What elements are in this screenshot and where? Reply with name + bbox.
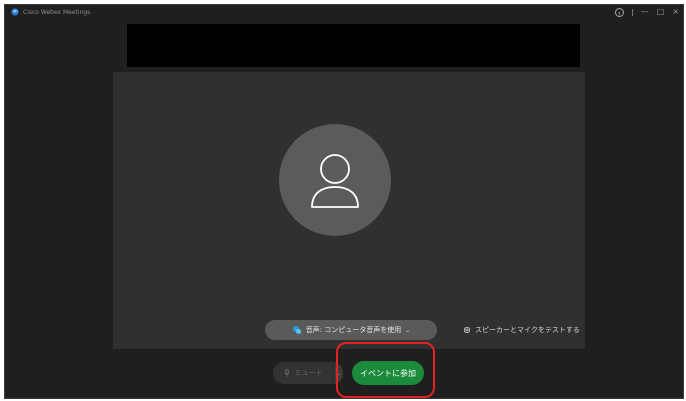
title-bar: Cisco Webex Meetings ? — □ × [5,5,683,19]
help-icon[interactable]: ? [614,7,624,18]
mute-options-dropdown[interactable]: ⌄ [333,362,343,384]
avatar [279,124,391,236]
webex-window: Cisco Webex Meetings ? — □ × 音声: コンピュータ音… [4,4,684,399]
video-preview-area: 音声: コンピュータ音声を使用 ⌄ スピーカーとマイクをテストする [113,72,585,349]
join-event-button[interactable]: イベントに参加 [352,361,424,385]
gear-icon [463,326,471,334]
meeting-info-banner [127,24,580,67]
mute-control-group: ミュート ⌄ [273,362,343,384]
close-icon[interactable]: × [672,6,679,18]
microphone-icon [283,369,290,377]
speaker-mic-test-link[interactable]: スピーカーとマイクをテストする [463,325,580,335]
user-silhouette-icon [311,154,359,208]
audio-button-label: 音声: コンピュータ音声を使用 [305,326,402,334]
mute-button[interactable]: ミュート [273,362,333,384]
audio-connection-button[interactable]: 音声: コンピュータ音声を使用 ⌄ [265,320,437,340]
maximize-icon[interactable]: □ [657,6,665,18]
window-controls: ? — □ × [614,6,679,18]
titlebar-separator [631,8,633,16]
chevron-down-icon: ⌄ [405,326,411,334]
mute-button-label: ミュート [294,369,323,377]
webex-logo-icon [11,8,19,16]
window-title: Cisco Webex Meetings [23,8,91,16]
computer-audio-icon [292,326,301,334]
speaker-mic-test-label: スピーカーとマイクをテストする [475,326,580,334]
minimize-icon[interactable]: — [641,6,649,18]
